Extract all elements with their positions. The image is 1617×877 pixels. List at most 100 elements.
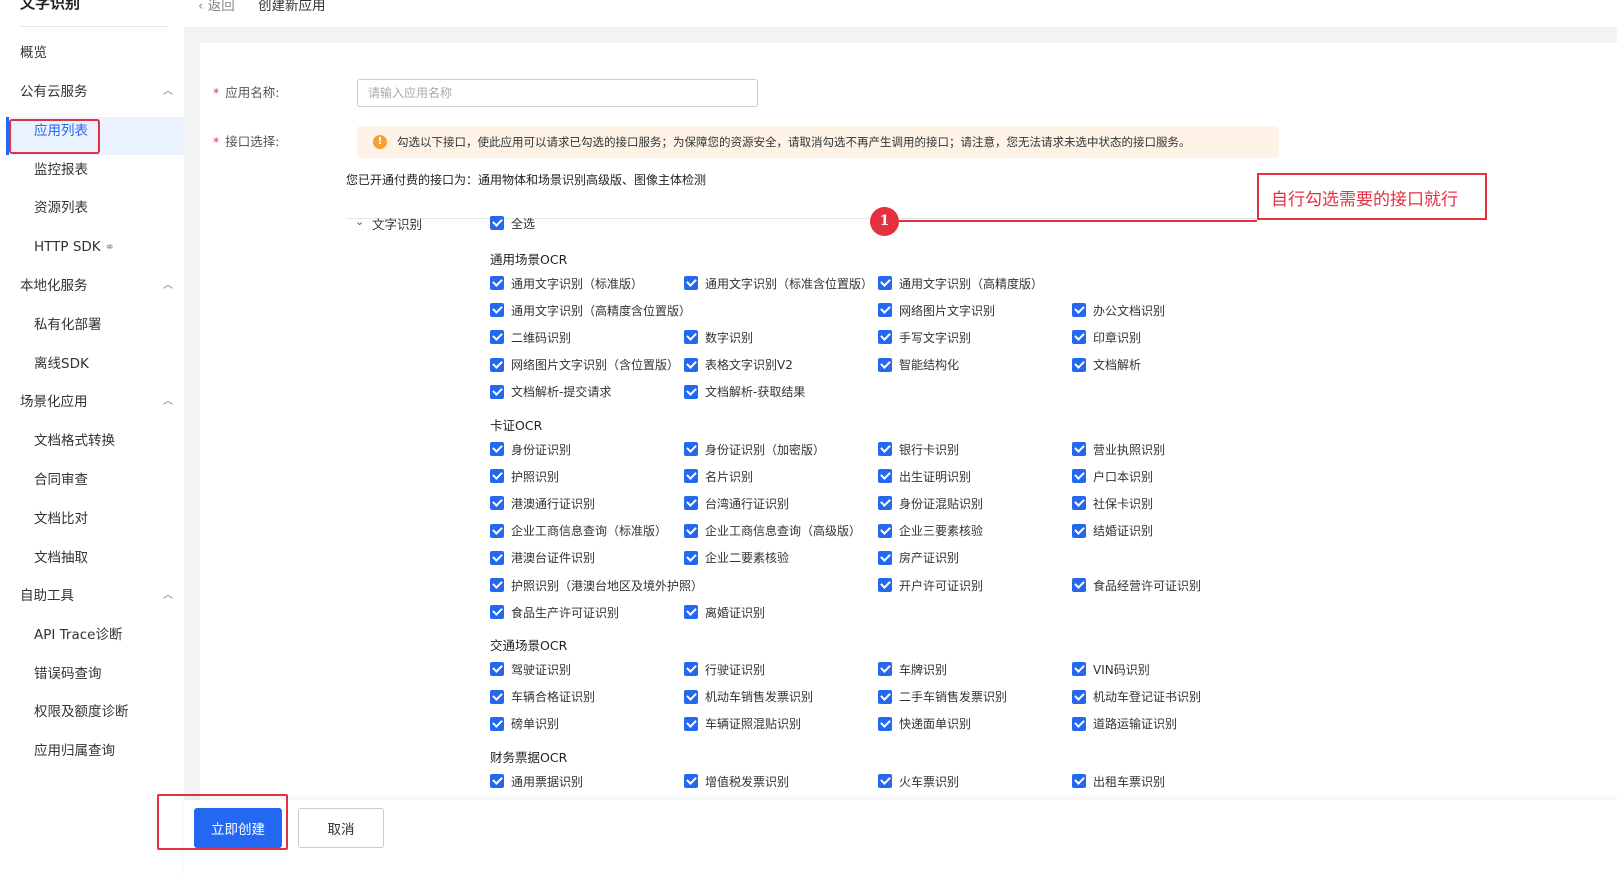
api-checkbox[interactable]: 二手车销售发票识别 — [878, 689, 1007, 705]
api-checkbox[interactable]: 开户许可证识别 — [878, 577, 983, 593]
checkbox-checked-icon — [684, 330, 698, 345]
checkbox-checked-icon — [684, 469, 698, 484]
api-checkbox[interactable]: 通用文字识别（标准含位置版） — [684, 275, 873, 291]
api-checkbox[interactable]: 结婚证识别 — [1072, 523, 1153, 539]
sidebar-item[interactable]: 文档格式转换 — [34, 431, 115, 451]
sidebar-item[interactable]: 概览 — [20, 43, 47, 63]
sidebar-item[interactable]: 文档比对 — [34, 509, 88, 529]
api-checkbox[interactable]: VIN码识别 — [1072, 661, 1150, 677]
api-checkbox[interactable]: 通用文字识别（高精度版） — [878, 275, 1043, 291]
api-checkbox[interactable]: 办公文档识别 — [1072, 302, 1165, 318]
api-checkbox[interactable]: 手写文字识别 — [878, 329, 971, 345]
api-checkbox[interactable]: 车辆合格证识别 — [490, 689, 595, 705]
sidebar-item-label: 文档格式转换 — [34, 433, 115, 449]
api-checkbox[interactable]: 印章识别 — [1072, 329, 1141, 345]
sidebar-item[interactable]: 离线SDK — [34, 354, 89, 374]
api-checkbox[interactable]: 户口本识别 — [1072, 468, 1153, 484]
api-checkbox[interactable]: 企业工商信息查询（高级版） — [684, 523, 861, 539]
api-checkbox[interactable]: 护照识别（港澳台地区及境外护照） — [490, 577, 703, 593]
api-checkbox[interactable]: 港澳台证件识别 — [490, 550, 595, 566]
api-checkbox[interactable]: 名片识别 — [684, 468, 753, 484]
select-all-checkbox[interactable]: 全选 — [490, 215, 535, 231]
api-checkbox[interactable]: 文档解析-获取结果 — [684, 384, 805, 400]
api-checkbox[interactable]: 文档解析-提交请求 — [490, 384, 611, 400]
api-checkbox[interactable]: 增值税发票识别 — [684, 773, 789, 789]
api-checkbox[interactable]: 身份证识别（加密版） — [684, 441, 825, 457]
sidebar-item-label: HTTP SDK — [34, 239, 101, 255]
warning-icon: ! — [373, 135, 387, 149]
sidebar-item[interactable]: 场景化应用 ︿ — [20, 392, 173, 412]
api-checkbox[interactable]: 企业工商信息查询（标准版） — [490, 523, 667, 539]
checkbox-checked-icon — [490, 774, 504, 788]
chevron-down-icon[interactable]: ⌄ — [355, 215, 364, 228]
api-checkbox[interactable]: 火车票识别 — [878, 773, 959, 789]
api-checkbox-label: 企业工商信息查询（高级版） — [705, 524, 862, 539]
sidebar-item[interactable]: 应用归属查询 — [34, 741, 115, 761]
api-checkbox[interactable]: 身份证混贴识别 — [878, 495, 983, 511]
sidebar-item[interactable]: API Trace诊断 — [34, 625, 122, 645]
api-checkbox[interactable]: 护照识别 — [490, 468, 559, 484]
sidebar-item[interactable]: 错误码查询 — [34, 664, 102, 684]
api-checkbox-label: 二手车销售发票识别 — [899, 690, 1008, 705]
api-checkbox[interactable]: 车牌识别 — [878, 661, 947, 677]
api-checkbox[interactable]: 企业二要素核验 — [684, 550, 789, 566]
api-checkbox[interactable]: 通用票据识别 — [490, 773, 583, 789]
api-checkbox[interactable]: 智能结构化 — [878, 357, 959, 373]
api-checkbox[interactable]: 表格文字识别V2 — [684, 357, 793, 373]
sidebar-item[interactable]: 文档抽取 — [34, 548, 88, 568]
api-checkbox[interactable]: 机动车销售发票识别 — [684, 689, 813, 705]
api-checkbox-label: 通用文字识别（高精度版） — [899, 276, 1044, 291]
api-checkbox[interactable]: 文档解析 — [1072, 357, 1141, 373]
app-name-input[interactable] — [357, 79, 758, 107]
api-checkbox[interactable]: 快递面单识别 — [878, 716, 971, 732]
api-checkbox[interactable]: 通用文字识别（高精度含位置版） — [490, 302, 691, 318]
api-checkbox-label: 企业二要素核验 — [705, 551, 790, 566]
checkbox-checked-icon — [1072, 578, 1086, 592]
sidebar-item[interactable]: 权限及额度诊断 — [34, 702, 129, 722]
checkbox-checked-icon — [878, 469, 892, 484]
sidebar-item[interactable]: 自助工具 ︿ — [20, 586, 173, 606]
api-checkbox[interactable]: 磅单识别 — [490, 716, 559, 732]
api-checkbox-label: 出生证明识别 — [899, 469, 972, 484]
api-checkbox[interactable]: 银行卡识别 — [878, 441, 959, 457]
api-checkbox[interactable]: 房产证识别 — [878, 550, 959, 566]
api-checkbox-label: 通用票据识别 — [511, 774, 584, 789]
api-checkbox[interactable]: 离婚证识别 — [684, 604, 765, 620]
sidebar-item[interactable]: 公有云服务 ︿ — [20, 82, 173, 102]
sidebar-item[interactable]: HTTP SDK ⚭ — [34, 237, 115, 257]
back-link[interactable]: ‹ 返回 — [198, 0, 235, 14]
annotation-highlight-box — [157, 794, 288, 850]
api-checkbox[interactable]: 出租车票识别 — [1072, 773, 1165, 789]
api-checkbox[interactable]: 通用文字识别（标准版） — [490, 275, 643, 291]
api-checkbox[interactable]: 道路运输证识别 — [1072, 716, 1177, 732]
api-checkbox[interactable]: 食品生产许可证识别 — [490, 604, 619, 620]
api-checkbox[interactable]: 机动车登记证书识别 — [1072, 689, 1201, 705]
api-checkbox[interactable]: 企业三要素核验 — [878, 523, 983, 539]
sidebar-item-label: 概览 — [20, 45, 47, 61]
cancel-button[interactable]: 取消 — [298, 808, 384, 848]
api-checkbox[interactable]: 营业执照识别 — [1072, 441, 1165, 457]
sidebar-item-label: 公有云服务 — [20, 84, 88, 100]
sidebar-item[interactable]: 本地化服务 ︿ — [20, 276, 173, 296]
api-checkbox[interactable]: 社保卡识别 — [1072, 495, 1153, 511]
api-checkbox[interactable]: 数字识别 — [684, 329, 753, 345]
section-title: 交通场景OCR — [490, 638, 568, 654]
checkbox-checked-icon — [878, 496, 892, 511]
api-checkbox[interactable]: 车辆证照混贴识别 — [684, 716, 801, 732]
api-checkbox[interactable]: 食品经营许可证识别 — [1072, 577, 1201, 593]
api-checkbox-label: 火车票识别 — [899, 774, 960, 789]
sidebar-item[interactable]: 监控报表 — [34, 160, 88, 180]
api-checkbox[interactable]: 二维码识别 — [490, 329, 571, 345]
api-checkbox[interactable]: 出生证明识别 — [878, 468, 971, 484]
sidebar-item[interactable]: 资源列表 — [34, 198, 88, 218]
sidebar-item[interactable]: 私有化部署 — [34, 315, 102, 335]
sidebar-item[interactable]: 合同审查 — [34, 470, 88, 490]
api-checkbox[interactable]: 网络图片文字识别 — [878, 302, 995, 318]
api-checkbox[interactable]: 台湾通行证识别 — [684, 495, 789, 511]
api-checkbox[interactable]: 驾驶证识别 — [490, 661, 571, 677]
api-checkbox[interactable]: 网络图片文字识别（含位置版） — [490, 357, 679, 373]
notice-banner: ! 勾选以下接口，使此应用可以请求已勾选的接口服务；为保障您的资源安全，请取消勾… — [357, 126, 1279, 158]
api-checkbox[interactable]: 港澳通行证识别 — [490, 495, 595, 511]
api-checkbox[interactable]: 身份证识别 — [490, 441, 571, 457]
api-checkbox[interactable]: 行驶证识别 — [684, 661, 765, 677]
